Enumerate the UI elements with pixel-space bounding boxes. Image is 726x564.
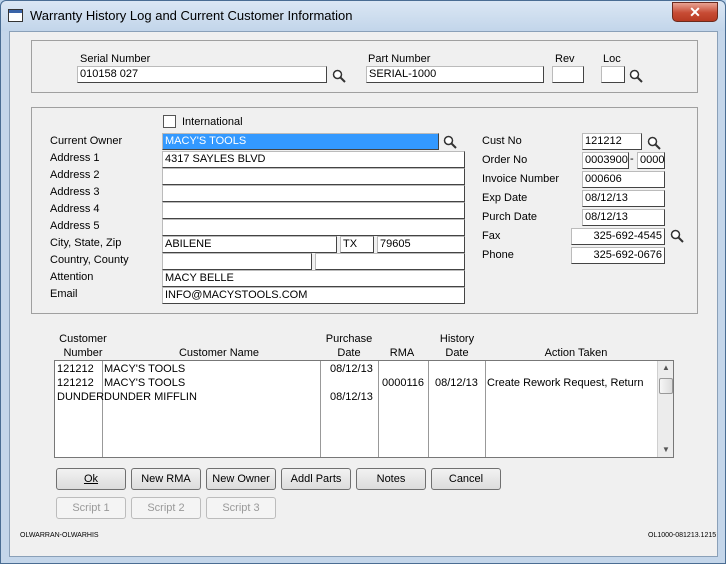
international-label: International <box>182 116 243 128</box>
vertical-scrollbar[interactable]: ▲ ▼ <box>657 361 673 457</box>
col-header-history-date[interactable]: History Date <box>428 332 486 360</box>
phone-label: Phone <box>482 249 514 261</box>
address5-field[interactable] <box>162 219 465 236</box>
address2-field[interactable] <box>162 168 465 185</box>
country-county-label: Country, County <box>50 254 129 266</box>
cell-purchase: 08/12/13 <box>330 363 373 375</box>
address1-field[interactable]: 4317 SAYLES BLVD <box>162 151 465 168</box>
history-grid[interactable]: 121212 MACY'S TOOLS 08/12/13 121212 MACY… <box>54 360 674 458</box>
address4-label: Address 4 <box>50 203 100 215</box>
current-owner-label: Current Owner <box>50 135 123 147</box>
serial-number-field[interactable]: 010158 027 <box>77 66 327 83</box>
cancel-button[interactable]: Cancel <box>431 468 501 490</box>
serial-lookup-icon[interactable] <box>332 69 346 83</box>
order-separator: - <box>630 153 634 165</box>
addl-parts-button[interactable]: Addl Parts <box>281 468 351 490</box>
purch-date-field[interactable]: 08/12/13 <box>582 209 665 226</box>
cell-history: 08/12/13 <box>435 377 478 389</box>
cell-rma: 0000116 <box>382 377 425 389</box>
script1-button[interactable]: Script 1 <box>56 497 126 519</box>
rev-field[interactable] <box>552 66 584 83</box>
scroll-up-icon[interactable]: ▲ <box>662 363 670 372</box>
loc-field[interactable] <box>601 66 625 83</box>
cell-cust: 121212 <box>57 363 94 375</box>
col-header-rma[interactable]: RMA <box>378 346 426 360</box>
exp-date-label: Exp Date <box>482 192 528 204</box>
app-icon <box>8 9 23 22</box>
cell-name: DUNDER MIFFLIN <box>104 391 197 403</box>
program-code-right: OL1000-081213.1215 <box>648 532 717 539</box>
attention-field[interactable]: MACY BELLE <box>162 270 465 287</box>
ok-button[interactable]: Ok <box>56 468 126 490</box>
window: Warranty History Log and Current Custome… <box>0 0 726 564</box>
title-bar: Warranty History Log and Current Custome… <box>1 1 725 31</box>
attention-label: Attention <box>50 271 94 283</box>
email-label: Email <box>50 288 78 300</box>
col-header-customer-number[interactable]: Customer Number <box>56 332 110 360</box>
scroll-thumb[interactable] <box>659 378 673 394</box>
serial-number-label: Serial Number <box>80 53 151 65</box>
col-header-customer-name[interactable]: Customer Name <box>110 346 328 360</box>
loc-label: Loc <box>603 53 621 65</box>
cell-name: MACY'S TOOLS <box>104 377 186 389</box>
address3-field[interactable] <box>162 185 465 202</box>
exp-date-field[interactable]: 08/12/13 <box>582 190 665 207</box>
address4-field[interactable] <box>162 202 465 219</box>
part-number-field[interactable]: SERIAL-1000 <box>366 66 544 83</box>
serial-group: Serial Number 010158 027 Part Number SER… <box>31 40 698 93</box>
invoice-number-label: Invoice Number <box>482 173 560 185</box>
script2-button[interactable]: Script 2 <box>131 497 201 519</box>
phone-field[interactable]: 325-692-0676 <box>571 247 665 264</box>
col-header-action-taken[interactable]: Action Taken <box>486 346 666 360</box>
country-field[interactable] <box>162 253 312 270</box>
close-button[interactable]: ✕ <box>672 2 718 22</box>
owner-group: International Current Owner MACY'S TOOLS… <box>31 107 698 314</box>
county-field[interactable] <box>315 253 465 270</box>
fax-label: Fax <box>482 230 501 242</box>
current-owner-field[interactable]: MACY'S TOOLS <box>162 133 439 150</box>
address2-label: Address 2 <box>50 169 100 181</box>
col-header-purchase-date[interactable]: Purchase Date <box>320 332 378 360</box>
cell-cust: 121212 <box>57 377 94 389</box>
city-state-zip-label: City, State, Zip <box>50 237 122 249</box>
order-suffix-field[interactable]: 0000 <box>637 152 665 169</box>
address5-label: Address 5 <box>50 220 100 232</box>
cust-lookup-icon[interactable] <box>647 136 661 150</box>
cust-no-label: Cust No <box>482 135 522 147</box>
invoice-number-field[interactable]: 000606 <box>582 171 665 188</box>
cell-purchase: 08/12/13 <box>330 391 373 403</box>
order-no-field[interactable]: 0003900 <box>582 152 629 169</box>
order-no-label: Order No <box>482 154 528 166</box>
cell-name: MACY'S TOOLS <box>104 363 186 375</box>
cust-no-field[interactable]: 121212 <box>582 133 642 150</box>
script3-button[interactable]: Script 3 <box>206 497 276 519</box>
fax-lookup-icon[interactable] <box>670 229 684 243</box>
new-rma-button[interactable]: New RMA <box>131 468 201 490</box>
state-field[interactable]: TX <box>340 236 374 253</box>
window-title: Warranty History Log and Current Custome… <box>30 8 353 23</box>
purch-date-label: Purch Date <box>482 211 538 223</box>
cell-action: Create Rework Request, Return <box>487 377 644 389</box>
address1-label: Address 1 <box>50 152 100 164</box>
email-field[interactable]: INFO@MACYSTOOLS.COM <box>162 287 465 304</box>
new-owner-button[interactable]: New Owner <box>206 468 276 490</box>
fax-field[interactable]: 325-692-4545 <box>571 228 665 245</box>
program-code-left: OLWARRAN-OLWARHIS <box>20 532 99 539</box>
loc-lookup-icon[interactable] <box>629 69 643 83</box>
rev-label: Rev <box>555 53 575 65</box>
notes-button[interactable]: Notes <box>356 468 426 490</box>
zip-field[interactable]: 79605 <box>377 236 465 253</box>
part-number-label: Part Number <box>368 53 431 65</box>
international-checkbox[interactable] <box>163 115 176 128</box>
cell-cust: DUNDER <box>57 391 105 403</box>
owner-lookup-icon[interactable] <box>443 135 457 149</box>
scroll-down-icon[interactable]: ▼ <box>662 445 670 454</box>
address3-label: Address 3 <box>50 186 100 198</box>
client-area: Serial Number 010158 027 Part Number SER… <box>9 31 718 557</box>
city-field[interactable]: ABILENE <box>162 236 337 253</box>
